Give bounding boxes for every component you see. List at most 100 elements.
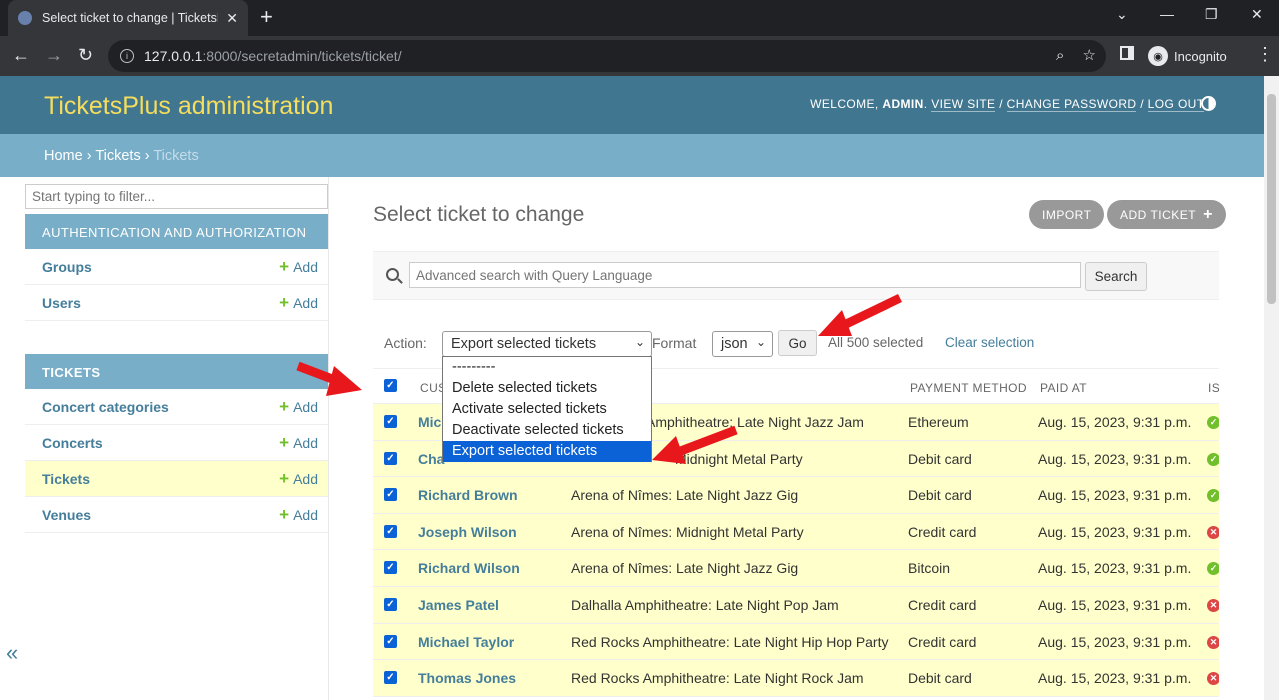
sidepanel-icon[interactable] (1120, 46, 1134, 60)
add-venues-link[interactable]: + Add (279, 506, 318, 523)
add-groups-link[interactable]: + Add (279, 258, 318, 275)
concert-cell: Red Rocks Amphitheatre: Late Night Rock … (571, 670, 864, 687)
sidebar-item-concert-categories[interactable]: Concert categories + Add (25, 389, 328, 425)
row-checkbox[interactable]: ✓ (384, 598, 397, 611)
username: ADMIN (882, 97, 924, 111)
row-checkbox[interactable]: ✓ (384, 415, 397, 428)
new-tab-icon[interactable]: + (260, 6, 273, 28)
import-button[interactable]: IMPORT (1029, 200, 1105, 229)
column-header-paid-at[interactable]: PAID AT (1040, 381, 1087, 395)
nav-filter-input[interactable] (25, 184, 328, 209)
row-checkbox[interactable]: ✓ (384, 671, 397, 685)
sidebar-item-users[interactable]: Users + Add (25, 285, 328, 321)
model-name[interactable]: Concert categories (42, 399, 279, 415)
column-header-is[interactable]: IS (1208, 381, 1219, 395)
breadcrumb-app[interactable]: Tickets (95, 148, 140, 164)
view-site-link[interactable]: VIEW SITE (931, 97, 996, 112)
action-option[interactable]: --------- (443, 357, 651, 378)
plus-icon: + (279, 292, 290, 312)
row-checkbox[interactable]: ✓ (384, 634, 397, 648)
model-name[interactable]: Tickets (42, 471, 279, 487)
theme-toggle-icon[interactable] (1201, 96, 1216, 111)
active-yes-icon: ✓ (1207, 416, 1219, 429)
action-select[interactable]: Export selected tickets ⌄ (442, 331, 652, 357)
add-label: Add (293, 470, 318, 487)
payment-method-cell: Debit card (908, 450, 972, 467)
customer-link[interactable]: Michael Taylor (418, 634, 514, 650)
annotation-arrow-icon (818, 293, 902, 336)
action-option[interactable]: Activate selected tickets (443, 399, 651, 420)
change-password-link[interactable]: CHANGE PASSWORD (1006, 97, 1137, 112)
module-caption-tickets[interactable]: TICKETS (25, 354, 328, 389)
row-checkbox[interactable]: ✓ (384, 488, 397, 502)
sidebar-item-groups[interactable]: Groups + Add (25, 249, 328, 285)
model-name[interactable]: Groups (42, 259, 279, 275)
url-host: 127.0.0.1 (144, 48, 203, 64)
model-name[interactable]: Venues (42, 507, 279, 523)
format-select[interactable]: json ⌄ (712, 331, 773, 357)
customer-link[interactable]: James Patel (418, 597, 499, 613)
add-tickets-link[interactable]: + Add (279, 470, 318, 487)
sidebar-item-concerts[interactable]: Concerts + Add (25, 425, 328, 461)
sidebar-item-venues[interactable]: Venues + Add (25, 497, 328, 533)
menu-icon[interactable]: ⋮ (1256, 44, 1274, 65)
model-name[interactable]: Concerts (42, 435, 279, 451)
add-concert-categories-link[interactable]: + Add (279, 398, 318, 415)
page-scrollbar[interactable] (1264, 76, 1279, 700)
browser-tab[interactable]: Select ticket to change | TicketsPl ✕ (8, 0, 248, 36)
browser-tabbar: Select ticket to change | TicketsPl ✕ + … (0, 0, 1279, 36)
site-brand[interactable]: TicketsPlus administration (44, 92, 333, 121)
customer-link[interactable]: Thomas Jones (418, 670, 516, 686)
incognito-indicator[interactable]: ◉ Incognito (1148, 42, 1227, 70)
action-selected-value: Export selected tickets (451, 336, 597, 352)
clear-selection-link[interactable]: Clear selection (945, 335, 1034, 350)
info-icon[interactable]: i (120, 49, 134, 63)
action-dropdown: --------- Delete selected tickets Activa… (442, 356, 652, 462)
column-header-payment-method[interactable]: PAYMENT METHOD (910, 381, 1027, 395)
add-ticket-button[interactable]: ADD TICKET + (1107, 200, 1226, 229)
maximize-icon[interactable]: ❐ (1205, 6, 1218, 23)
select-all-checkbox[interactable]: ✓ (384, 379, 397, 392)
forward-icon[interactable]: → (45, 44, 63, 66)
breadcrumb-home[interactable]: Home (44, 148, 83, 164)
minimize-icon[interactable]: — (1160, 6, 1174, 22)
model-name[interactable]: Users (42, 295, 279, 311)
action-option[interactable]: Delete selected tickets (443, 378, 651, 399)
row-checkbox[interactable]: ✓ (384, 524, 397, 538)
reload-icon[interactable]: ↻ (78, 44, 93, 66)
add-users-link[interactable]: + Add (279, 292, 318, 312)
paid-at-cell: Aug. 15, 2023, 9:31 p.m. (1038, 597, 1192, 613)
table-row: ✓ Richard Wilson Arena of Nîmes: Late Nigh… (373, 550, 1219, 587)
search-input[interactable] (409, 262, 1081, 288)
add-concerts-link[interactable]: + Add (279, 434, 318, 451)
row-checkbox[interactable]: ✓ (384, 561, 397, 575)
annotation-arrow-icon (296, 361, 362, 396)
action-option[interactable]: Deactivate selected tickets (443, 420, 651, 441)
collapse-sidebar-icon[interactable]: « (6, 640, 18, 666)
concert-cell: Dalhalla Amphitheatre: Late Night Pop Ja… (571, 597, 839, 613)
globe-icon (18, 11, 32, 25)
row-checkbox[interactable]: ✓ (384, 451, 397, 465)
module-caption-auth[interactable]: AUTHENTICATION AND AUTHORIZATION (25, 214, 328, 249)
customer-link[interactable]: Joseph Wilson (418, 524, 517, 540)
action-option-highlighted[interactable]: Export selected tickets (443, 441, 651, 462)
zoom-icon[interactable]: ⌕ (1056, 47, 1064, 64)
customer-link[interactable]: Richard Wilson (418, 560, 520, 576)
chevron-down-icon[interactable]: ⌄ (1116, 6, 1128, 23)
search-bar: Search (373, 251, 1219, 300)
window-close-icon[interactable]: ✕ (1251, 6, 1263, 23)
customer-link[interactable]: Mic (418, 414, 441, 430)
back-icon[interactable]: ← (12, 44, 30, 66)
address-bar[interactable]: i 127.0.0.1:8000/secretadmin/tickets/tic… (108, 40, 1106, 72)
sidebar-item-tickets[interactable]: Tickets + Add (25, 461, 328, 497)
concert-cell: Red Rocks Amphitheatre: Late Night Hip H… (571, 633, 889, 650)
search-button[interactable]: Search (1085, 262, 1147, 291)
incognito-icon: ◉ (1148, 46, 1168, 66)
star-icon[interactable]: ☆ (1083, 47, 1096, 64)
incognito-label: Incognito (1174, 48, 1227, 64)
scrollbar-thumb[interactable] (1267, 94, 1276, 304)
logout-link[interactable]: LOG OUT (1147, 97, 1205, 112)
customer-link[interactable]: Cha (418, 451, 444, 467)
customer-link[interactable]: Richard Brown (418, 487, 518, 503)
close-icon[interactable]: ✕ (226, 10, 238, 27)
